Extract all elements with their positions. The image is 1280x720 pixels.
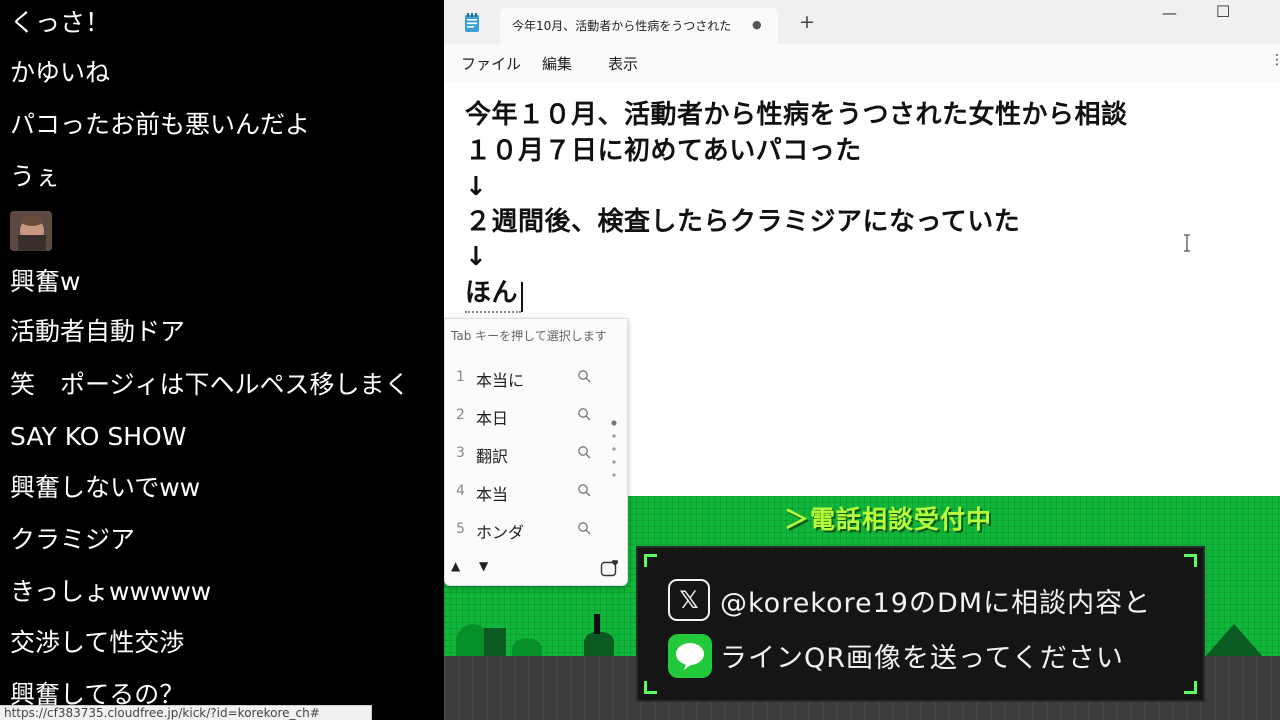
chat-message: きっしょwwwww bbox=[10, 577, 212, 606]
ime-candidate[interactable]: 2 本日 bbox=[445, 397, 627, 435]
notepad-app-icon bbox=[465, 13, 479, 32]
phone-consultation-banner: ＞電話相談受付中 bbox=[784, 505, 993, 534]
ime-candidate-window: Tab キーを押して選択します 1 本当に 2 本日 3 翻訳 4 本当 5 ホ… bbox=[444, 318, 628, 586]
document-tab[interactable]: 今年10月、活動者から性病をうつされた ● bbox=[500, 8, 778, 44]
ibeam-cursor-icon bbox=[1184, 234, 1190, 252]
candidate-text: 本当 bbox=[476, 485, 509, 504]
chat-message: パコったお前も悪いんだよ bbox=[10, 110, 311, 139]
candidate-number: 3 bbox=[456, 445, 465, 461]
panel-corner bbox=[644, 554, 657, 567]
panel-corner bbox=[1184, 554, 1197, 567]
page-up-button[interactable]: ▲ bbox=[451, 559, 460, 573]
chat-message: うぇ bbox=[10, 162, 61, 191]
ime-candidate[interactable]: 4 本当 bbox=[445, 473, 627, 511]
ime-hint: Tab キーを押して選択します bbox=[451, 329, 607, 343]
chat-message: 笑 ポージィは下ヘルペス移しまく bbox=[10, 370, 410, 399]
emoji-panel-icon[interactable] bbox=[600, 559, 620, 577]
chat-message: くっさ！ bbox=[10, 8, 111, 37]
search-icon[interactable] bbox=[577, 521, 591, 535]
menu-file[interactable]: ファイル bbox=[461, 53, 521, 74]
search-icon[interactable] bbox=[577, 407, 591, 421]
pixel-bird bbox=[594, 614, 600, 634]
menu-view[interactable]: 表示 bbox=[608, 53, 638, 74]
new-tab-button[interactable]: + bbox=[799, 11, 815, 33]
text-line: ↓ bbox=[465, 172, 488, 202]
candidate-text: 本当に bbox=[476, 371, 525, 390]
candidate-text: ホンダ bbox=[476, 523, 525, 542]
title-bar[interactable]: 今年10月、活動者から性病をうつされた ● + — ☐ bbox=[444, 0, 1280, 44]
page-down-button[interactable]: ▼ bbox=[479, 559, 488, 573]
pixel-tree bbox=[484, 628, 506, 658]
chat-message: クラミジア bbox=[10, 525, 136, 554]
chat-panel: くっさ！ かゆいね パコったお前も悪いんだよ うぇ 興奮w 活動者自動ドア 笑 … bbox=[0, 0, 444, 720]
text-line: 今年１０月、活動者から性病をうつされた女性から相談 bbox=[465, 100, 1128, 130]
line-bubble-icon bbox=[676, 643, 704, 670]
ime-composing-text: ほん bbox=[465, 278, 519, 308]
contact-line-qr: ラインQR画像を送ってください bbox=[720, 643, 1124, 674]
text-line: １０月７日に初めてあいパコった bbox=[465, 136, 862, 166]
minimize-button[interactable]: — bbox=[1162, 4, 1177, 22]
chat-message: 興奮しないでww bbox=[10, 473, 201, 502]
ime-candidate[interactable]: 3 翻訳 bbox=[445, 435, 627, 473]
candidate-number: 5 bbox=[456, 521, 465, 537]
panel-corner bbox=[644, 681, 657, 694]
contact-line-dm: @korekore19のDMに相談内容と bbox=[720, 588, 1152, 619]
chat-message: 活動者自動ドア bbox=[10, 317, 186, 346]
text-caret bbox=[521, 282, 523, 312]
search-icon[interactable] bbox=[577, 369, 591, 383]
search-icon[interactable] bbox=[577, 483, 591, 497]
chat-message: 興奮w bbox=[10, 267, 81, 296]
chat-message: かゆいね bbox=[10, 58, 111, 87]
maximize-button[interactable]: ☐ bbox=[1216, 2, 1230, 21]
search-icon[interactable] bbox=[577, 445, 591, 459]
panel-corner bbox=[1184, 681, 1197, 694]
tab-title: 今年10月、活動者から性病をうつされた bbox=[512, 19, 732, 33]
candidate-text: 本日 bbox=[476, 409, 509, 428]
pixel-tree bbox=[584, 632, 614, 658]
x-logo-icon: 𝕏 bbox=[668, 579, 710, 621]
ime-candidate[interactable]: 1 本当に bbox=[445, 359, 627, 397]
chat-message: 交渉して性交渉 bbox=[10, 628, 185, 657]
page-dots-icon[interactable] bbox=[611, 419, 617, 479]
line-app-icon bbox=[668, 634, 712, 678]
avatar-face-icon bbox=[10, 211, 52, 251]
settings-more-icon[interactable]: ⋮ bbox=[1270, 52, 1280, 68]
pixel-hill bbox=[1204, 624, 1264, 658]
candidate-number: 2 bbox=[456, 407, 465, 423]
text-line: ２週間後、検査したらクラミジアになっていた bbox=[465, 207, 1021, 237]
chat-avatar-image bbox=[10, 211, 52, 251]
candidate-number: 1 bbox=[456, 369, 465, 385]
contact-panel: 𝕏 @korekore19のDMに相談内容と ラインQR画像を送ってください bbox=[636, 546, 1205, 702]
composition-underline bbox=[465, 311, 521, 313]
menu-bar: ファイル 編集 表示 ⋮ bbox=[444, 44, 1280, 82]
menu-edit[interactable]: 編集 bbox=[542, 53, 572, 74]
link-status-url: https://cf383735.cloudfree.jp/kick/?id=k… bbox=[0, 705, 372, 720]
unsaved-dot-icon[interactable]: ● bbox=[752, 18, 762, 31]
chat-message: SAY KO SHOW bbox=[10, 422, 187, 451]
candidate-text: 翻訳 bbox=[476, 447, 509, 466]
candidate-number: 4 bbox=[456, 483, 465, 499]
text-line: ↓ bbox=[465, 242, 488, 272]
ime-candidate[interactable]: 5 ホンダ bbox=[445, 511, 627, 549]
